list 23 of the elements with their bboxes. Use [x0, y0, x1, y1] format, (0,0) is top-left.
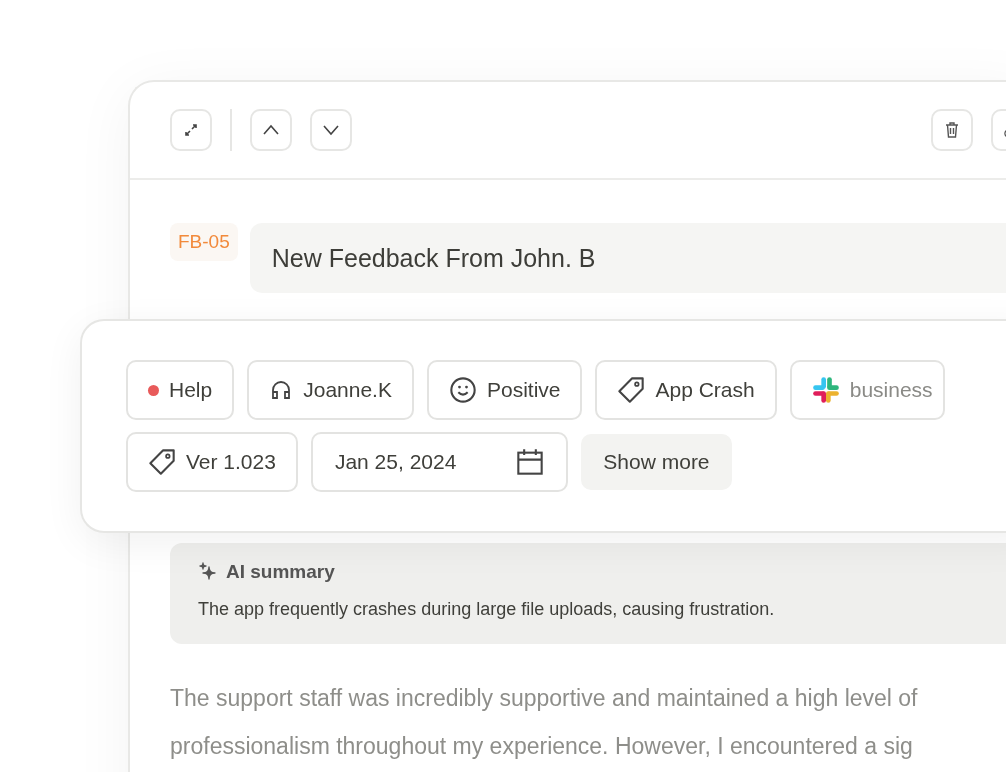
expand-button[interactable]	[170, 109, 212, 151]
feedback-id-badge: FB-05	[170, 223, 238, 261]
status-chip[interactable]: Help	[126, 360, 235, 420]
assignee-chip[interactable]: Joanne.K	[247, 360, 414, 420]
previous-button[interactable]	[250, 109, 292, 151]
delete-button[interactable]	[931, 109, 973, 151]
summary-title: AI summary	[226, 561, 335, 583]
tag-chip[interactable]: App Crash	[595, 360, 777, 420]
date-field[interactable]: Jan 25, 2024	[310, 432, 569, 492]
tag-icon	[617, 376, 646, 404]
sentiment-chip[interactable]: Positive	[426, 360, 583, 420]
feedback-text-line: professionalism throughout my experience. However, I encountered a sig	[170, 732, 914, 761]
next-button[interactable]	[310, 109, 352, 151]
summary-text: The app frequently crashes during large file uploads, causing frustration.	[198, 599, 776, 620]
feedback-text-line: The support staff was incredibly supportive and maintained a high level of	[170, 684, 919, 713]
title-field[interactable]: New Feedback From John. B	[249, 223, 1006, 293]
show-more-button[interactable]: Show more	[581, 434, 732, 490]
tag-icon	[148, 448, 176, 476]
sparkle-icon	[198, 562, 218, 582]
calendar-icon	[516, 448, 545, 476]
tag-chip[interactable]: Ver 1.023	[126, 432, 298, 492]
smiley-icon	[448, 376, 477, 404]
hash-logo-icon	[811, 376, 840, 404]
